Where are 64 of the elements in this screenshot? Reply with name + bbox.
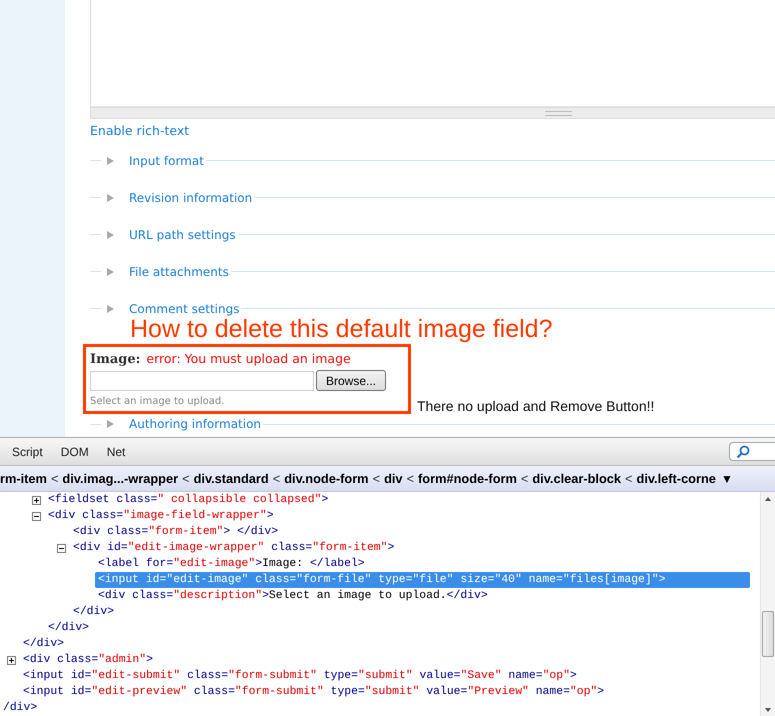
file-input-field[interactable] [90,370,314,390]
code-line[interactable]: <input id="edit-preview" class="form-submit" type="submit" value="Preview" name="op"> [20,684,606,700]
code-line[interactable]: </div> [45,620,92,636]
code-line[interactable]: <div class="image-field-wrapper"> [45,508,276,524]
expand-icon[interactable] [7,656,16,664]
expand-icon[interactable] [32,496,41,504]
code-line[interactable]: <label for="edit-image">Image: </label> [95,556,367,572]
breadcrumb-item[interactable]: div.imag...-wrapper [62,471,178,486]
breadcrumb-separator: < [625,471,633,486]
breadcrumb-item[interactable]: div.left-corne [636,471,716,486]
scroll-down-icon[interactable] [765,708,771,712]
image-label: Image: [90,352,140,367]
enable-rich-text-link[interactable]: Enable rich-text [90,123,190,139]
dropdown-arrow[interactable]: ▼ [718,472,736,486]
panel-tab[interactable]: DOM [60,442,89,460]
code-line[interactable]: </div> [70,604,116,620]
breadcrumb-item[interactable]: div.clear-block [532,471,622,486]
breadcrumb-separator: < [272,471,280,486]
breadcrumb-item[interactable]: div [384,471,403,486]
code-line[interactable]: </div> [20,636,66,652]
breadcrumb-item[interactable]: form#node-form [418,471,517,486]
breadcrumb-separator: < [372,471,380,486]
browse-button[interactable]: Browse... [316,370,386,391]
code-line[interactable]: <div class="form-item"> </div> [70,524,280,540]
scrollbar[interactable] [760,492,775,716]
grip-icon[interactable] [544,110,572,116]
code-line[interactable]: <div class="admin"> [20,652,155,668]
fieldset-legend-link[interactable]: Authoring information [129,417,264,431]
disclosure-triangle-icon[interactable] [107,304,114,312]
search-field[interactable] [729,442,775,461]
panel-tab[interactable]: Net [106,442,126,460]
annotation-question: How to delete this default image field? [130,316,552,343]
fieldset-legend-link[interactable]: Revision information [129,190,254,204]
code-line[interactable]: <div class="description">Select an image to upload.</div> [95,588,490,604]
breadcrumb-item[interactable]: rm-item [0,471,47,486]
code-line[interactable]: <fieldset class=" collapsible collapsed"> [45,492,330,508]
scroll-up-icon[interactable] [765,497,771,501]
breadcrumb-separator: < [182,471,190,486]
error-message: error: You must upload an image [146,351,351,366]
breadcrumb-item[interactable]: div.standard [194,471,269,486]
search-icon [736,444,750,458]
scroll-thumb[interactable] [762,611,774,657]
fieldset-legend-link[interactable]: Input format [129,154,206,168]
fieldset-legend-link[interactable]: URL path settings [129,228,238,242]
collapse-icon[interactable] [57,544,66,552]
disclosure-triangle-icon[interactable] [107,268,114,276]
field-description: Select an image to upload. [90,396,226,407]
resize-handle[interactable] [90,107,775,119]
breadcrumb-item[interactable]: div.node-form [284,471,369,486]
annotation-note: There no upload and Remove Button!! [417,398,654,414]
fieldset-legend-link[interactable]: File attachments [129,264,231,278]
fieldset-legend-link[interactable]: Comment settings [129,302,242,316]
disclosure-triangle-icon[interactable] [107,156,114,164]
code-line[interactable]: <input id="edit-submit" class="form-submit" type="submit" value="Save" name="op"> [20,668,579,684]
code-line[interactable]: <div id="edit-image-wrapper" class="form-item"> [70,540,396,556]
disclosure-triangle-icon[interactable] [107,230,114,238]
breadcrumb-separator: < [50,471,58,486]
breadcrumb-separator: < [406,471,414,486]
code-line[interactable]: /div> [0,700,40,716]
breadcrumb-separator: < [520,471,528,486]
collapse-icon[interactable] [32,512,41,520]
disclosure-triangle-icon[interactable] [107,194,114,202]
panel-tab[interactable]: Script [12,442,43,460]
disclosure-triangle-icon[interactable] [107,420,114,428]
